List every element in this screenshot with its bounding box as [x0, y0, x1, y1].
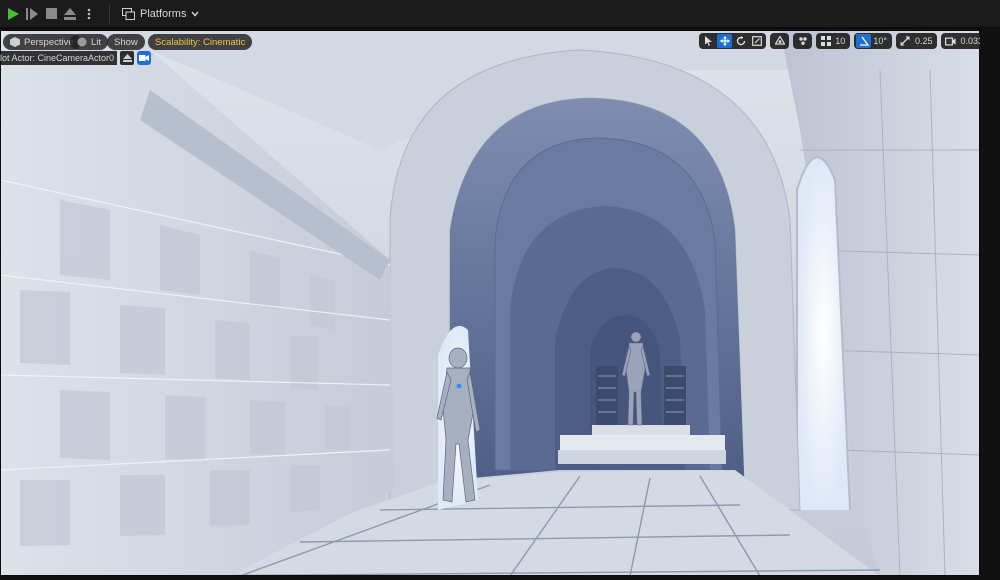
- perspective-icon: [10, 37, 20, 47]
- main-toolbar: Platforms: [0, 0, 1000, 28]
- level-viewport[interactable]: Perspective Lit Show Scalability: Cinema…: [0, 30, 980, 576]
- step-button[interactable]: [23, 4, 41, 24]
- cursor-icon: [705, 36, 713, 46]
- eject-pilot-button[interactable]: [120, 51, 135, 65]
- world-local-toggle[interactable]: [772, 34, 787, 48]
- camera-preview-button[interactable]: [137, 51, 152, 65]
- grid-size-value[interactable]: 10: [834, 36, 848, 46]
- video-camera-icon: [945, 37, 957, 46]
- rotation-snap-group: 10°: [854, 33, 892, 49]
- eject-icon: [122, 54, 132, 62]
- toolbar-divider: [109, 4, 110, 23]
- grid-snap-toggle[interactable]: [818, 34, 833, 48]
- viewport-right-border: [980, 30, 1000, 580]
- move-arrows-icon: [719, 36, 730, 46]
- camera-speed-group: 0.033: [941, 33, 980, 49]
- scale-icon: [751, 36, 762, 46]
- lit-label: Lit: [91, 36, 102, 48]
- scale-snap-toggle[interactable]: [898, 34, 913, 48]
- pilot-actor-label: Pilot Actor: CineCameraActor0: [0, 51, 118, 65]
- rotation-snap-toggle[interactable]: [856, 34, 872, 48]
- rotate-icon: [736, 36, 745, 46]
- pilot-actor-bar: Pilot Actor: CineCameraActor0: [0, 51, 152, 65]
- surface-snap-icon: [799, 37, 807, 45]
- platforms-menu[interactable]: Platforms: [118, 6, 203, 22]
- select-tool-button[interactable]: [701, 34, 716, 48]
- coordinate-system-icon: [774, 36, 785, 45]
- view-mode-menu[interactable]: Lit: [70, 34, 109, 50]
- scalability-badge[interactable]: Scalability: Cinematic: [148, 34, 253, 50]
- play-icon: [8, 7, 19, 20]
- camera-speed-button[interactable]: [943, 34, 958, 48]
- platforms-label: Platforms: [140, 7, 187, 20]
- angle-icon: [859, 36, 869, 46]
- play-options-button[interactable]: [80, 4, 98, 24]
- grid-icon: [820, 36, 831, 46]
- perspective-label: Perspective: [24, 36, 74, 48]
- scalability-label: Scalability: Cinematic: [155, 36, 246, 48]
- platforms-icon: [122, 7, 135, 20]
- rotation-snap-value[interactable]: 10°: [872, 36, 890, 46]
- viewport-transform-tools: 10 10° 0.25 0.033: [699, 33, 980, 49]
- scale-tool-button[interactable]: [749, 34, 764, 48]
- scale-arrow-icon: [900, 36, 910, 46]
- perspective-menu[interactable]: Perspective: [3, 34, 81, 50]
- camera-icon: [139, 55, 150, 61]
- step-icon: [26, 7, 38, 20]
- surface-snap-group: [793, 33, 813, 49]
- eject-icon: [64, 7, 76, 20]
- scale-snap-value[interactable]: 0.25: [914, 36, 936, 46]
- lit-sphere-icon: [77, 37, 87, 47]
- show-label: Show: [114, 36, 138, 48]
- eject-button[interactable]: [61, 4, 79, 24]
- play-button[interactable]: [4, 4, 22, 24]
- camera-speed-value[interactable]: 0.033: [959, 36, 980, 46]
- transform-mode-group: [699, 33, 767, 49]
- coordinate-space-group: [770, 33, 790, 49]
- scale-snap-group: 0.25: [895, 33, 938, 49]
- stop-button[interactable]: [42, 4, 60, 24]
- stop-icon: [45, 8, 57, 19]
- translate-tool-button[interactable]: [717, 34, 733, 48]
- rotate-tool-button[interactable]: [733, 34, 748, 48]
- viewport-bottom-border: [0, 576, 980, 580]
- chevron-down-icon: [191, 11, 200, 17]
- show-menu[interactable]: Show: [107, 34, 145, 50]
- viewport-scene: [0, 30, 980, 576]
- kebab-icon: [87, 8, 91, 19]
- surface-snapping-toggle[interactable]: [795, 34, 810, 48]
- grid-snap-group: 10: [816, 33, 851, 49]
